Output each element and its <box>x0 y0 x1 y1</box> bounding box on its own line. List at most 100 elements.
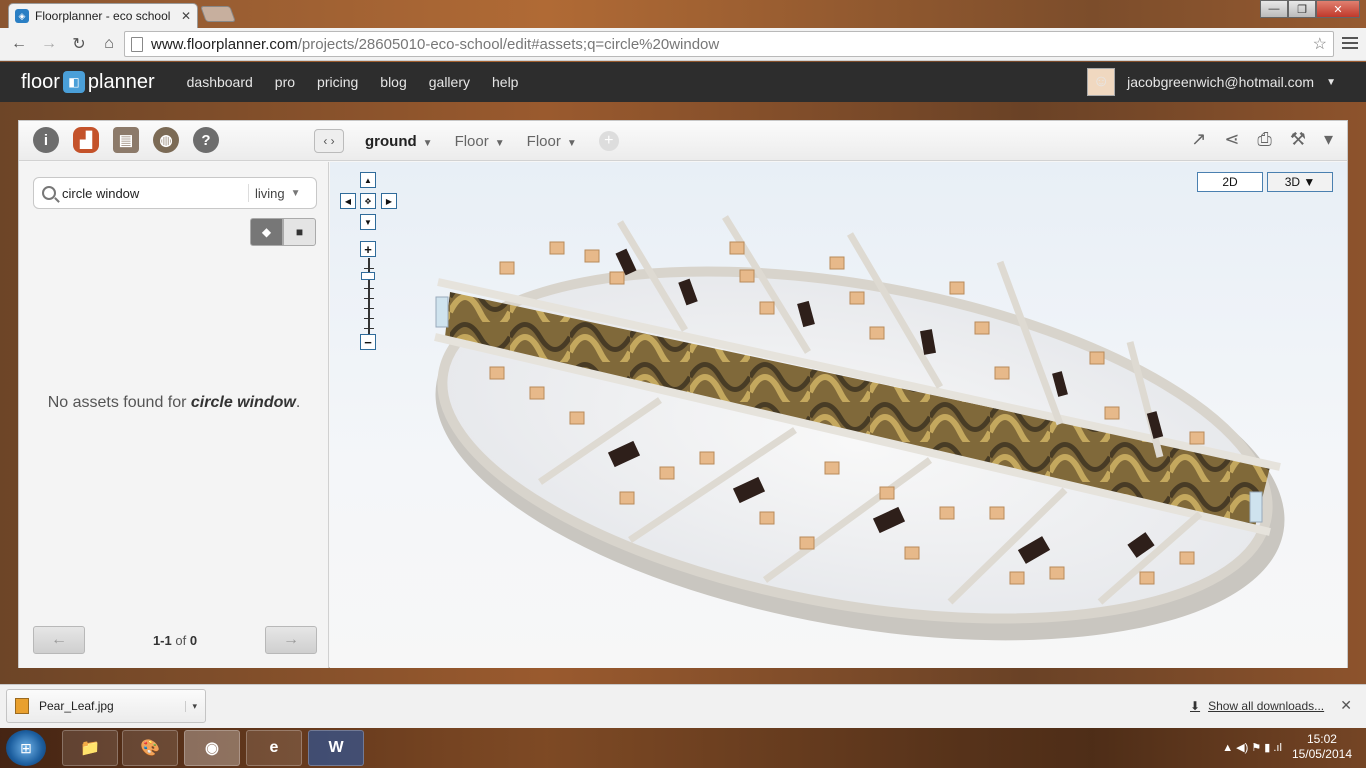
category-select[interactable]: living <box>255 186 285 201</box>
close-downloads-icon[interactable]: ✕ <box>1340 697 1352 714</box>
taskbar-explorer-icon[interactable]: 📁 <box>62 730 118 766</box>
nav-pricing[interactable]: pricing <box>317 74 358 90</box>
new-tab-button[interactable] <box>200 6 236 22</box>
floorplan-3d-render[interactable] <box>330 162 1347 668</box>
3d-canvas[interactable]: ▲ ◀ ✥ ▶ ▼ + − 2D 3D ▼ <box>330 162 1347 668</box>
download-item[interactable]: Pear_Leaf.jpg ▾ <box>6 689 206 723</box>
close-window-button[interactable]: ✕ <box>1316 0 1360 18</box>
no-assets-message: No assets found for circle window. <box>47 394 301 411</box>
globe-icon[interactable]: ◍ <box>153 127 179 153</box>
pan-right-button[interactable]: ▶ <box>381 193 397 209</box>
nav-help[interactable]: help <box>492 74 518 90</box>
nav-blog[interactable]: blog <box>380 74 406 90</box>
app-header: floor ◧ planner dashboard pro pricing bl… <box>0 62 1366 102</box>
info-icon[interactable]: i <box>33 127 59 153</box>
asset-sidebar: living ▼ ◆ ■ No assets found for circle … <box>19 162 329 668</box>
3d-view-toggle-icon[interactable]: ◆ <box>250 218 283 246</box>
tab-close-icon[interactable]: ✕ <box>181 9 191 23</box>
prev-page-button[interactable]: ← <box>33 626 85 654</box>
more-chevron-icon[interactable]: ▾ <box>1324 129 1333 150</box>
logo-text-right: planner <box>87 70 155 93</box>
image-file-icon <box>15 698 29 714</box>
share-icon[interactable]: ⋖ <box>1224 129 1239 150</box>
chrome-menu-icon[interactable] <box>1342 34 1358 52</box>
taskbar-ie-icon[interactable]: e <box>246 730 302 766</box>
user-menu[interactable]: ☺ jacobgreenwich@hotmail.com ▼ <box>1087 68 1336 96</box>
start-button[interactable]: ⊞ <box>6 730 46 766</box>
floor-tab-floor-1[interactable]: Floor ▼ <box>455 133 505 150</box>
address-bar[interactable]: www.floorplanner.com/projects/28605010-e… <box>124 31 1334 57</box>
search-icon <box>42 186 56 200</box>
download-menu-icon[interactable]: ▾ <box>185 700 197 712</box>
taskbar-paint-icon[interactable]: 🎨 <box>122 730 178 766</box>
tray-icons[interactable]: ▲ ◀) ⚑ ▮ .ıl <box>1222 741 1282 754</box>
asset-search: living ▼ <box>33 177 317 209</box>
next-page-button[interactable]: → <box>265 626 317 654</box>
floor-tab-ground[interactable]: ground ▼ <box>365 133 433 150</box>
help-icon[interactable]: ? <box>193 127 219 153</box>
settings-wrench-icon[interactable]: ⚒ <box>1290 129 1306 150</box>
reload-button[interactable]: ↻ <box>66 31 92 57</box>
zoom-out-button[interactable]: − <box>360 334 376 350</box>
add-floor-button[interactable]: + <box>598 131 619 151</box>
browser-toolbar: ← → ↻ ⌂ www.floorplanner.com/projects/28… <box>0 28 1366 61</box>
maximize-button[interactable]: ❐ <box>1288 0 1316 18</box>
view-mode-buttons: 2D 3D ▼ <box>1197 172 1333 192</box>
chevron-down-icon: ▼ <box>566 137 577 149</box>
floor-tab-floor-2[interactable]: Floor ▼ <box>527 133 577 150</box>
logo-mark-icon: ◧ <box>62 71 85 93</box>
avatar: ☺ <box>1087 68 1116 96</box>
3d-view-button[interactable]: 3D ▼ <box>1267 172 1333 192</box>
center-view-button[interactable]: ✥ <box>360 193 376 209</box>
downloads-bar: Pear_Leaf.jpg ▾ ⬇ Show all downloads... … <box>0 684 1366 728</box>
nav-dashboard[interactable]: dashboard <box>187 74 253 90</box>
print-icon[interactable]: ⎙ <box>1257 129 1271 150</box>
home-button[interactable]: ⌂ <box>96 31 122 57</box>
windows-taskbar: ⊞ 📁 🎨 ◉ e W ▲ ◀) ⚑ ▮ .ıl 15:02 15/05/201… <box>0 728 1366 768</box>
minimize-button[interactable]: — <box>1260 0 1288 18</box>
user-menu-caret-icon: ▼ <box>1326 76 1336 88</box>
floorplanner-logo[interactable]: floor ◧ planner <box>21 71 155 94</box>
pan-left-button[interactable]: ◀ <box>340 193 356 209</box>
window-controls: — ❐ ✕ <box>1260 0 1360 18</box>
chevron-down-icon[interactable]: ▼ <box>291 188 301 199</box>
photos-icon[interactable]: ▤ <box>113 127 139 153</box>
page-icon <box>131 36 143 52</box>
sidebar-tools: i ▟ ▤ ◍ ? <box>33 127 219 153</box>
zoom-in-button[interactable]: + <box>360 241 376 257</box>
browser-titlebar: ◈ Floorplanner - eco school ✕ — ❐ ✕ <box>0 0 1366 28</box>
editor-panel: i ▟ ▤ ◍ ? ‹ › ground ▼ Floor ▼ Floor ▼ + ↗ … <box>18 120 1348 668</box>
url-host: www.floorplanner.com <box>151 35 298 53</box>
export-icon[interactable]: ↗ <box>1191 129 1206 150</box>
furniture-icon[interactable]: ▟ <box>73 127 99 153</box>
tab-title: Floorplanner - eco school <box>35 9 171 23</box>
browser-tab[interactable]: ◈ Floorplanner - eco school ✕ <box>8 3 198 28</box>
chevron-down-icon: ▼ <box>494 137 505 149</box>
system-tray: ▲ ◀) ⚑ ▮ .ıl 15:02 15/05/2014 <box>1222 732 1352 762</box>
user-email: jacobgreenwich@hotmail.com <box>1127 74 1315 90</box>
search-input[interactable] <box>62 185 242 201</box>
editor-toolbar: i ▟ ▤ ◍ ? ‹ › ground ▼ Floor ▼ Floor ▼ + ↗ … <box>19 121 1347 161</box>
pan-down-button[interactable]: ▼ <box>360 214 376 230</box>
2d-view-button[interactable]: 2D <box>1197 172 1263 192</box>
2d-view-toggle-icon[interactable]: ■ <box>283 218 316 246</box>
asset-pager: ← 1-1 of 0 → <box>33 626 317 654</box>
collapse-sidebar-button[interactable]: ‹ › <box>314 129 344 153</box>
chevron-down-icon: ▼ <box>422 137 433 149</box>
pan-up-button[interactable]: ▲ <box>360 172 376 188</box>
taskbar-chrome-icon[interactable]: ◉ <box>184 730 240 766</box>
url-path: /projects/28605010-eco-school/edit#asset… <box>297 35 720 53</box>
zoom-slider-handle[interactable] <box>361 272 375 280</box>
nav-pro[interactable]: pro <box>275 74 295 90</box>
right-tools: ↗ ⋖ ⎙ ⚒ ▾ <box>1191 129 1333 150</box>
bookmark-star-icon[interactable]: ☆ <box>1313 34 1327 54</box>
show-all-downloads-link[interactable]: ⬇ Show all downloads... <box>1190 699 1324 713</box>
search-divider <box>248 184 249 202</box>
floor-tabs: ground ▼ Floor ▼ Floor ▼ + <box>365 131 619 151</box>
back-button[interactable]: ← <box>6 31 32 57</box>
forward-button[interactable]: → <box>36 31 62 57</box>
taskbar-word-icon[interactable]: W <box>308 730 364 766</box>
taskbar-clock[interactable]: 15:02 15/05/2014 <box>1292 732 1352 762</box>
nav-gallery[interactable]: gallery <box>429 74 470 90</box>
app-area: i ▟ ▤ ◍ ? ‹ › ground ▼ Floor ▼ Floor ▼ + ↗ … <box>0 102 1366 684</box>
